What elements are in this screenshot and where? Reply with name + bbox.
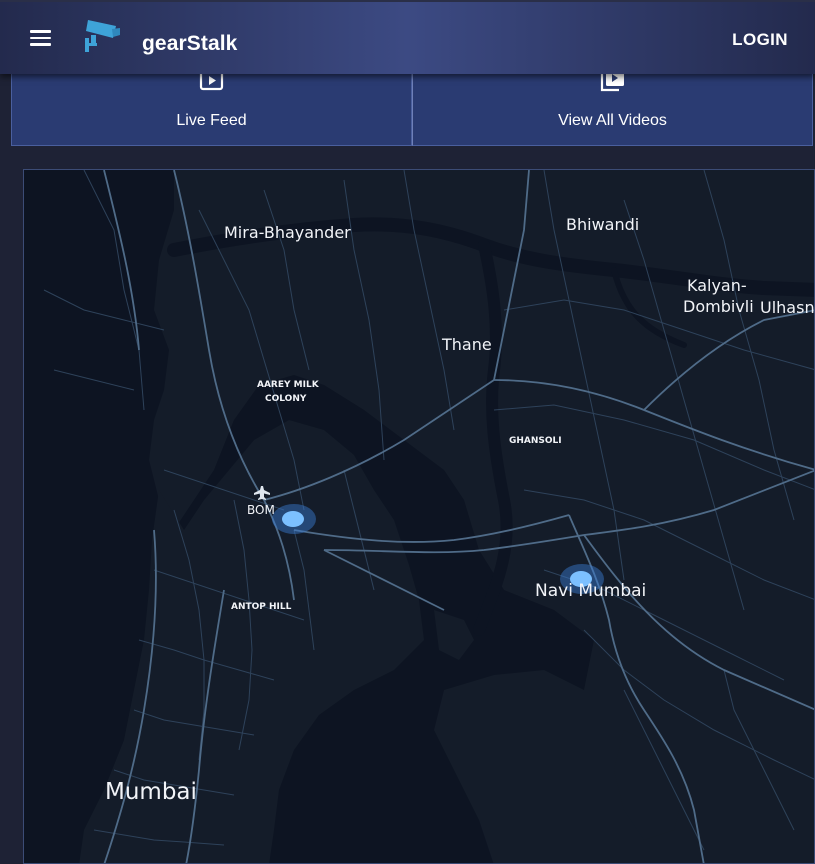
live-feed-tab[interactable]: Live Feed — [11, 72, 412, 146]
play-video-icon — [199, 73, 223, 91]
view-all-videos-label: View All Videos — [558, 112, 667, 129]
label-ghansoli: GHANSOLI — [509, 436, 562, 446]
login-button[interactable]: LOGIN — [732, 30, 788, 50]
label-kalyan-line1: Kalyan- — [687, 276, 747, 295]
label-kalyan-line2: Dombivli — [683, 297, 754, 316]
label-thane: Thane — [441, 335, 492, 354]
live-feed-label: Live Feed — [176, 112, 247, 129]
map-marker-bom[interactable] — [272, 504, 316, 534]
dark-map-canvas: Mira-Bhayander Bhiwandi Kalyan- Dombivli… — [24, 170, 815, 863]
label-aarey-line2: COLONY — [265, 394, 307, 404]
cctv-camera-icon[interactable] — [82, 16, 122, 54]
label-mira-bhayander: Mira-Bhayander — [224, 223, 351, 242]
brand-name[interactable]: gearStalk — [142, 32, 237, 56]
map-view[interactable]: Mira-Bhayander Bhiwandi Kalyan- Dombivli… — [23, 169, 815, 864]
label-navi-mumbai: Navi Mumbai — [535, 581, 646, 601]
app-bar: gearStalk LOGIN — [0, 0, 815, 74]
label-aarey-line1: AAREY MILK — [257, 380, 320, 390]
label-mumbai: Mumbai — [105, 779, 197, 805]
label-bom: BOM — [247, 503, 275, 517]
hamburger-menu-icon[interactable] — [26, 26, 56, 52]
main-nav-tabs: Live Feed View All Videos — [11, 72, 813, 146]
label-antop-hill: ANTOP HILL — [231, 602, 292, 612]
view-all-videos-tab[interactable]: View All Videos — [412, 72, 813, 146]
label-bhiwandi: Bhiwandi — [566, 215, 639, 234]
video-library-icon — [600, 73, 624, 92]
label-ulhas: Ulhasn — [760, 298, 815, 317]
